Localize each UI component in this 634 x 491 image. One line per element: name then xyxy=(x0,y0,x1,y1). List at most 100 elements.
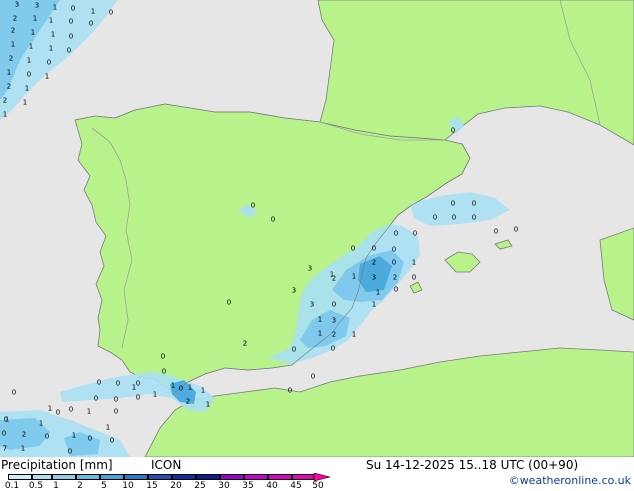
precip-value-label: 0 xyxy=(471,213,477,222)
colorbar-swatch xyxy=(52,474,76,480)
colorbar-arrow xyxy=(314,473,331,481)
mallorca-land xyxy=(444,251,481,273)
precip-value-label: 0 xyxy=(26,70,32,79)
precip-value-label: 1 xyxy=(375,288,381,297)
colorbar-swatch xyxy=(196,474,220,480)
precip-value-label: 2 xyxy=(21,430,27,439)
precip-value-label: 0 xyxy=(109,436,115,445)
precip-value-label: 0 xyxy=(412,229,418,238)
precip-value-label: 1 xyxy=(170,381,176,390)
precip-value-label: 1 xyxy=(200,386,206,395)
precip-value-label: 1 xyxy=(371,300,377,309)
model-name: ICON xyxy=(151,458,182,472)
precip-value-label: 0 xyxy=(68,405,74,414)
precip-value-label: 0 xyxy=(450,126,456,135)
precip-value-label: 0 xyxy=(161,367,167,376)
precip-value-label: 0 xyxy=(11,388,17,397)
precip-value-label: 0 xyxy=(226,298,232,307)
precip-value-label: 0 xyxy=(113,395,119,404)
precip-value-label: 2 xyxy=(185,397,191,406)
sardinia-land xyxy=(599,227,634,321)
credit-link[interactable]: ©weatheronline.co.uk xyxy=(509,474,631,487)
ibiza-land xyxy=(409,281,423,294)
colorbar-swatch xyxy=(32,474,52,480)
precip-value-label: 0 xyxy=(44,432,50,441)
precip-value-label: 0 xyxy=(70,4,76,13)
precip-value-label: 0 xyxy=(93,394,99,403)
precip-value-label: 0 xyxy=(55,408,61,417)
precip-value-label: 1 xyxy=(131,383,137,392)
precip-value-label: 0 xyxy=(46,58,52,67)
precip-value-label: 2 xyxy=(331,330,337,339)
precip-value-label: 2 xyxy=(2,96,8,105)
precip-value-label: 1 xyxy=(24,84,30,93)
precip-value-label: 0 xyxy=(287,386,293,395)
precip-value-label: 1 xyxy=(86,407,92,416)
precip-value-label: 1 xyxy=(411,258,417,267)
colorbar-swatch xyxy=(8,474,32,480)
precip-value-label: 2 xyxy=(6,82,12,91)
precip-value-label: 0 xyxy=(391,258,397,267)
colorbar-swatch xyxy=(220,474,244,480)
precip-value-label: 1 xyxy=(152,390,158,399)
colorbar-swatch xyxy=(148,474,172,480)
precip-value-label: 0 xyxy=(393,285,399,294)
precip-value-label: 0 xyxy=(330,344,336,353)
precip-value-label: 1 xyxy=(187,383,193,392)
precip-value-label: 1 xyxy=(20,444,26,453)
precip-value-label: 3 xyxy=(14,0,20,9)
colorbar-swatch xyxy=(172,474,196,480)
precip-value-label: 0 xyxy=(135,379,141,388)
precip-value-label: 2 xyxy=(12,14,18,23)
precip-value-label: 1 xyxy=(52,3,58,12)
precip-value-label: 3 xyxy=(34,1,40,10)
precip-value-label: 0 xyxy=(87,434,93,443)
precip-value-label: 0 xyxy=(178,384,184,393)
precip-value-label: 0 xyxy=(88,19,94,28)
precip-value-label: 1 xyxy=(38,419,44,428)
precip-value-label: 0 xyxy=(513,225,519,234)
precip-value-label: 1 xyxy=(90,7,96,16)
precip-value-label: 0 xyxy=(66,46,72,55)
precip-value-label: 1 xyxy=(105,423,111,432)
precip-value-label: 0 xyxy=(291,345,297,354)
precip-value-label: 0 xyxy=(68,32,74,41)
precip-value-label: 0 xyxy=(270,215,276,224)
precip-value-label: 1 xyxy=(71,431,77,440)
precip-value-label: 1 xyxy=(6,68,12,77)
colorbar-swatch xyxy=(268,474,292,480)
precip-value-label: 0 xyxy=(135,393,141,402)
colorbar-swatch xyxy=(244,474,268,480)
precip-value-label: 0 xyxy=(350,244,356,253)
precip-value-label: 1 xyxy=(317,329,323,338)
precip-value-label: 1 xyxy=(317,315,323,324)
colorbar-swatch xyxy=(76,474,100,480)
precip-value-label: 3 xyxy=(309,300,315,309)
colorbar-swatch xyxy=(100,474,124,480)
precip-value-label: 1 xyxy=(351,330,357,339)
precip-value-label: 1 xyxy=(48,16,54,25)
precip-value-label: 2 xyxy=(371,258,377,267)
weather-map: 3310102110021101110210101212110000000000… xyxy=(0,0,634,457)
precip-value-label: 0 xyxy=(471,199,477,208)
precip-value-label: 1 xyxy=(10,40,16,49)
footer-bar: Precipitation [mm] ICON Su 14-12-2025 15… xyxy=(0,457,634,491)
precip-value-label: 0 xyxy=(310,372,316,381)
precip-value-label: 1 xyxy=(205,400,211,409)
precip-value-label: 0 xyxy=(1,429,7,438)
precip-value-label: 1 xyxy=(48,44,54,53)
precip-value-label: 0 xyxy=(108,8,114,17)
precip-value-label: 0 xyxy=(113,407,119,416)
colorbar-swatch xyxy=(124,474,148,480)
precip-value-label: 7 xyxy=(2,444,8,453)
precip-value-label: 0 xyxy=(451,213,457,222)
precip-value-label: 3 xyxy=(291,286,297,295)
precip-value-label: 1 xyxy=(30,28,36,37)
precip-value-label: 1 xyxy=(44,72,50,81)
forecast-timestamp: Su 14-12-2025 15..18 UTC (00+90) xyxy=(366,458,579,472)
precip-value-label: 1 xyxy=(351,272,357,281)
precip-value-label: 1 xyxy=(32,14,38,23)
precip-value-label: 1 xyxy=(26,56,32,65)
precip-value-label: 0 xyxy=(115,379,121,388)
precip-value-label: 0 xyxy=(393,229,399,238)
